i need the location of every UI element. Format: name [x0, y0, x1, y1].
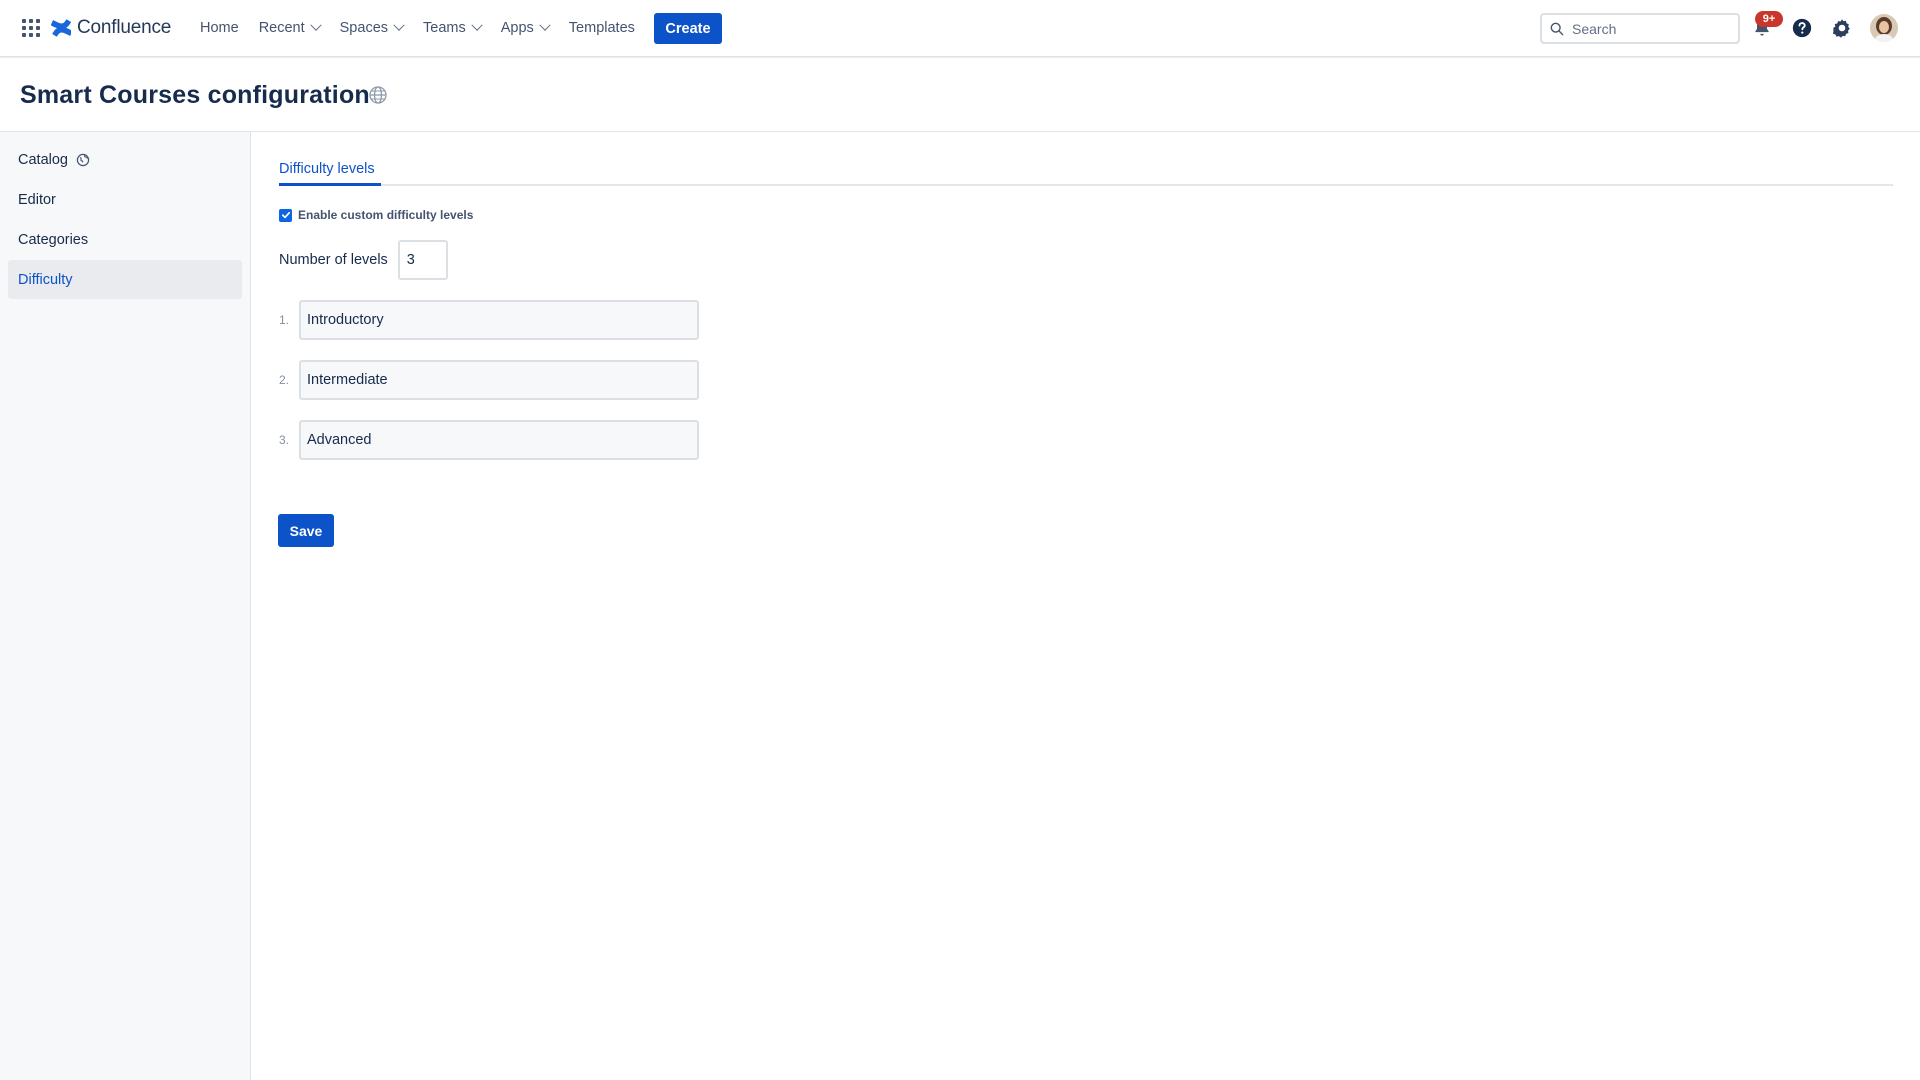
sidebar-item-label: Catalog [18, 151, 68, 168]
page-title: Smart Courses configuration [20, 81, 370, 109]
sidebar-item-editor[interactable]: Editor [8, 180, 242, 219]
nav-teams[interactable]: Teams [413, 12, 491, 44]
level-name-input-3[interactable] [299, 420, 699, 460]
nav-spaces[interactable]: Spaces [330, 12, 413, 44]
sidebar-item-catalog[interactable]: Catalog [8, 140, 242, 179]
level-name-input-2[interactable] [299, 360, 699, 400]
nav-recent-label: Recent [258, 20, 305, 36]
level-row-3: 3. [279, 420, 699, 460]
sidebar-item-label: Difficulty [18, 271, 73, 288]
enable-custom-levels-row[interactable]: Enable custom difficulty levels [279, 208, 473, 222]
user-avatar[interactable] [1870, 14, 1898, 42]
search-icon [1550, 22, 1564, 35]
search-box[interactable] [1540, 13, 1740, 44]
nav-teams-label: Teams [423, 20, 466, 36]
globe-icon[interactable] [368, 85, 388, 105]
sidebar-item-label: Editor [18, 191, 56, 208]
settings-sidebar: Catalog Editor Categories Difficulty [0, 132, 251, 1080]
sidebar-item-difficulty[interactable]: Difficulty [8, 260, 242, 299]
globe-icon [76, 153, 90, 166]
level-number: 3. [279, 433, 290, 447]
level-row-1: 1. [279, 300, 699, 340]
nav-templates[interactable]: Templates [559, 12, 645, 44]
nav-apps[interactable]: Apps [491, 12, 559, 44]
chevron-down-icon [309, 19, 322, 31]
app-switcher-icon[interactable] [20, 17, 40, 37]
tab-label: Difficulty levels [279, 161, 375, 177]
help-icon [1792, 18, 1812, 38]
nav-recent[interactable]: Recent [249, 12, 330, 44]
chevron-down-icon [539, 19, 551, 31]
primary-nav: Home Recent Spaces Teams Apps Templates [190, 0, 645, 56]
chevron-down-icon [471, 19, 483, 31]
gear-icon [1832, 19, 1850, 38]
tab-bar: Difficulty levels [279, 155, 1893, 186]
page-header: Smart Courses configuration [0, 57, 1920, 132]
app-name: Confluence [77, 17, 172, 38]
level-name-input-1[interactable] [299, 300, 699, 340]
checkmark-icon [281, 211, 290, 219]
level-number: 2. [279, 373, 290, 387]
help-button[interactable] [1786, 12, 1818, 44]
save-button[interactable]: Save [278, 514, 334, 547]
sidebar-item-categories[interactable]: Categories [8, 220, 242, 259]
nav-templates-label: Templates [568, 20, 635, 36]
nav-home-label: Home [200, 20, 239, 36]
level-number: 1. [279, 313, 290, 327]
enable-custom-levels-checkbox[interactable] [279, 208, 292, 222]
nav-home[interactable]: Home [190, 12, 249, 44]
sidebar-item-label: Categories [18, 231, 89, 248]
active-tab-indicator [279, 183, 381, 186]
search-input[interactable] [1572, 20, 1722, 37]
level-row-2: 2. [279, 360, 699, 400]
chevron-down-icon [393, 19, 405, 31]
create-button[interactable]: Create [654, 13, 722, 44]
confluence-logo-icon [51, 19, 71, 37]
enable-custom-levels-label: Enable custom difficulty levels [298, 208, 474, 222]
avatar-image [1870, 14, 1898, 42]
number-of-levels-input[interactable] [397, 240, 448, 280]
settings-button[interactable] [1826, 12, 1858, 44]
number-of-levels-label: Number of levels [279, 252, 388, 268]
number-of-levels-row: Number of levels [279, 240, 448, 280]
notification-count-badge: 9+ [1755, 11, 1783, 27]
top-navigation: Confluence Home Recent Spaces Teams Apps… [0, 0, 1920, 57]
nav-spaces-label: Spaces [339, 20, 389, 36]
confluence-logo[interactable]: Confluence [51, 14, 171, 42]
nav-apps-label: Apps [500, 20, 534, 36]
